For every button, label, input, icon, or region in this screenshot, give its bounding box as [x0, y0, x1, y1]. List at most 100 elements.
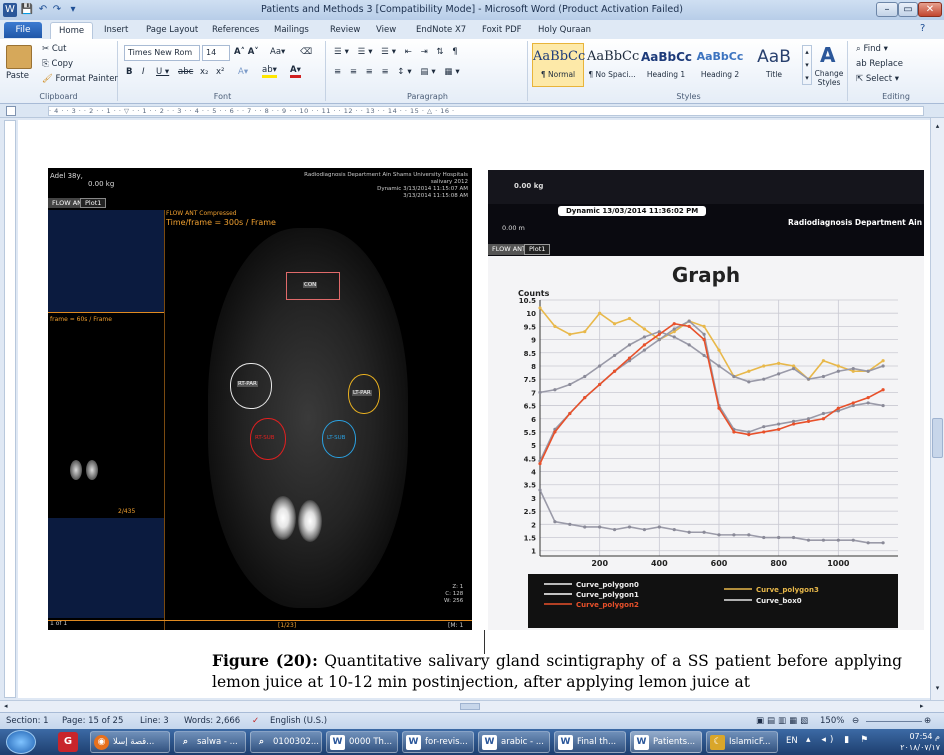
input-language[interactable]: EN — [786, 736, 798, 746]
font-color-icon[interactable]: A▾ — [290, 65, 301, 78]
foxit-pdf-icon[interactable]: G — [58, 732, 78, 752]
tab-page-layout[interactable]: Page Layout — [138, 22, 206, 39]
taskbar-item-word-3[interactable]: Warabic - ... — [478, 731, 550, 753]
font-name-combo[interactable]: Times New Rom — [124, 45, 200, 61]
grow-font-icon[interactable]: A˄ A˅ — [234, 47, 259, 57]
highlight-icon[interactable]: ab▾ — [262, 65, 277, 78]
zoom-slider[interactable] — [866, 721, 922, 722]
styles-scroll-icon[interactable]: ▴ ▾ ▾ — [802, 45, 812, 85]
change-case-icon[interactable]: Aa▾ — [270, 47, 285, 57]
tab-holy-quraan[interactable]: Holy Quraan — [530, 22, 599, 39]
data-point — [747, 369, 751, 373]
tab-plot1[interactable]: Plot1 — [80, 198, 107, 208]
text-effects-icon[interactable]: A▾ — [238, 67, 248, 77]
graph-tab-plot1[interactable]: Plot1 — [524, 244, 551, 255]
find-button[interactable]: ⌕ Find ▾ — [856, 44, 888, 54]
data-point — [881, 364, 885, 368]
x-tick-label: 200 — [591, 559, 608, 568]
tab-review[interactable]: Review — [322, 22, 368, 39]
clock[interactable]: 07:54 م ٢٠١٨/٠٧/١٧ — [880, 731, 940, 753]
status-page[interactable]: Page: 15 of 25 — [62, 716, 123, 726]
tray-icons[interactable]: ▴ ◂) ▮ ⚑ — [806, 735, 872, 745]
underline-button[interactable]: U ▾ — [156, 67, 169, 77]
tab-home[interactable]: Home — [50, 22, 94, 39]
tab-references[interactable]: References — [204, 22, 267, 39]
scroll-thumb[interactable] — [932, 418, 943, 458]
tab-insert[interactable]: Insert — [96, 22, 136, 39]
maximize-button[interactable]: ▭ — [898, 2, 918, 17]
data-point — [762, 377, 766, 381]
style-no-spacing[interactable]: AaBbCc ¶ No Spaci... — [586, 43, 639, 87]
scroll-down-icon[interactable]: ▾ — [932, 684, 943, 695]
minimize-button[interactable]: – — [876, 2, 898, 17]
data-point — [881, 541, 885, 545]
replace-button[interactable]: ab Replace — [856, 59, 903, 69]
data-point — [672, 322, 676, 326]
format-painter-button[interactable]: 🖌 Format Painter — [42, 74, 118, 84]
zoom-out-icon[interactable]: ⊖ — [852, 716, 859, 726]
tab-file[interactable]: File — [4, 22, 42, 38]
italic-button[interactable]: I — [142, 67, 145, 77]
vertical-scrollbar[interactable]: ▴ ▾ — [930, 118, 944, 700]
tab-endnote[interactable]: EndNote X7 — [408, 22, 474, 39]
superscript-button[interactable]: x² — [216, 67, 224, 77]
taskbar-item-word-4[interactable]: W Final th... — [554, 731, 626, 753]
style-normal[interactable]: AaBbCc ¶ Normal — [532, 43, 585, 87]
data-point — [791, 367, 796, 371]
roi-con: CON — [286, 272, 340, 300]
proofing-icon[interactable]: ✓ — [252, 716, 259, 726]
taskbar-item-word-2[interactable]: Wfor-revis... — [402, 731, 474, 753]
style-heading-1[interactable]: AaBbCc Heading 1 — [640, 43, 692, 87]
y-tick-label: 10 — [526, 310, 536, 318]
clipboard-group-label: Clipboard — [39, 92, 78, 101]
change-styles-icon[interactable]: A — [820, 43, 835, 67]
clear-formatting-icon[interactable]: ⌫ — [300, 47, 312, 57]
tab-view[interactable]: View — [368, 22, 404, 39]
change-styles-button[interactable]: Change Styles — [812, 69, 846, 87]
view-buttons-icon[interactable]: ▣▤▥▦▧ — [756, 716, 811, 726]
paste-button[interactable]: Paste — [6, 71, 29, 81]
style-title[interactable]: AaB Title — [748, 43, 800, 87]
status-line[interactable]: Line: 3 — [140, 716, 169, 726]
tab-foxit-pdf[interactable]: Foxit PDF — [474, 22, 530, 39]
horizontal-scrollbar[interactable]: ◂ ▸ — [0, 700, 944, 712]
taskbar-item-word-active[interactable]: W Patients... — [630, 731, 702, 753]
cut-button[interactable]: ✂ Cut — [42, 44, 66, 54]
scroll-left-icon[interactable]: ◂ — [4, 702, 8, 710]
scroll-up-icon[interactable]: ▴ — [932, 122, 943, 133]
zoom-in-icon[interactable]: ⊕ — [924, 716, 931, 726]
status-section[interactable]: Section: 1 — [6, 716, 49, 726]
strikethrough-button[interactable]: abc — [178, 67, 193, 77]
paste-icon[interactable] — [6, 45, 32, 69]
data-point — [806, 419, 811, 424]
taskbar-item-islamic[interactable]: ☾ IslamicF... — [706, 731, 778, 753]
bottom-marker-label: [M: 1 — [448, 622, 464, 629]
align-buttons-icon[interactable]: ≡ ≡ ≡ ≡ ↕▾ ▤▾ ▦▾ — [334, 67, 463, 77]
font-size-combo[interactable]: 14 — [202, 45, 230, 61]
taskbar-item-word-1[interactable]: W 0000 Th... — [326, 731, 398, 753]
tab-selector-icon[interactable] — [6, 106, 16, 116]
scroll-right-icon[interactable]: ▸ — [920, 702, 924, 710]
taskbar-item-salwa[interactable]: ⌕ salwa - ... — [174, 731, 246, 753]
select-button[interactable]: ⇱ Select ▾ — [856, 74, 899, 84]
copy-button[interactable]: ⎘ Copy — [42, 59, 73, 69]
close-button[interactable]: ✕ — [918, 2, 942, 17]
help-icon[interactable]: ? — [920, 23, 925, 34]
taskbar-item-folder[interactable]: ⌕ 0100302... — [250, 731, 322, 753]
taskbar-item-firefox[interactable]: ◉ قصة إسلا... — [90, 731, 170, 753]
status-language[interactable]: English (U.S.) — [270, 716, 327, 726]
hscroll-thumb[interactable] — [460, 703, 480, 710]
bold-button[interactable]: B — [126, 67, 132, 77]
style-heading-2[interactable]: AaBbCc Heading 2 — [694, 43, 746, 87]
start-button[interactable] — [6, 730, 36, 754]
vertical-ruler — [4, 120, 16, 698]
thumbnail-top — [48, 210, 164, 312]
zoom-level[interactable]: 150% — [820, 716, 844, 726]
list-buttons-icon[interactable]: ☰▾ ☰▾ ☰▾ ⇤ ⇥ ⇅ ¶ — [334, 47, 461, 57]
horizontal-ruler[interactable]: · 4 · · 3 · · 2 · · 1 · · ▽ · · 1 · · 2 … — [0, 104, 944, 118]
data-point — [627, 316, 632, 321]
status-words[interactable]: Words: 2,666 — [184, 716, 240, 726]
tab-mailings[interactable]: Mailings — [266, 22, 317, 39]
document-page[interactable]: Adel 38y, 0.00 kg Radiodiagnosis Departm… — [18, 120, 930, 698]
subscript-button[interactable]: x₂ — [200, 67, 208, 77]
